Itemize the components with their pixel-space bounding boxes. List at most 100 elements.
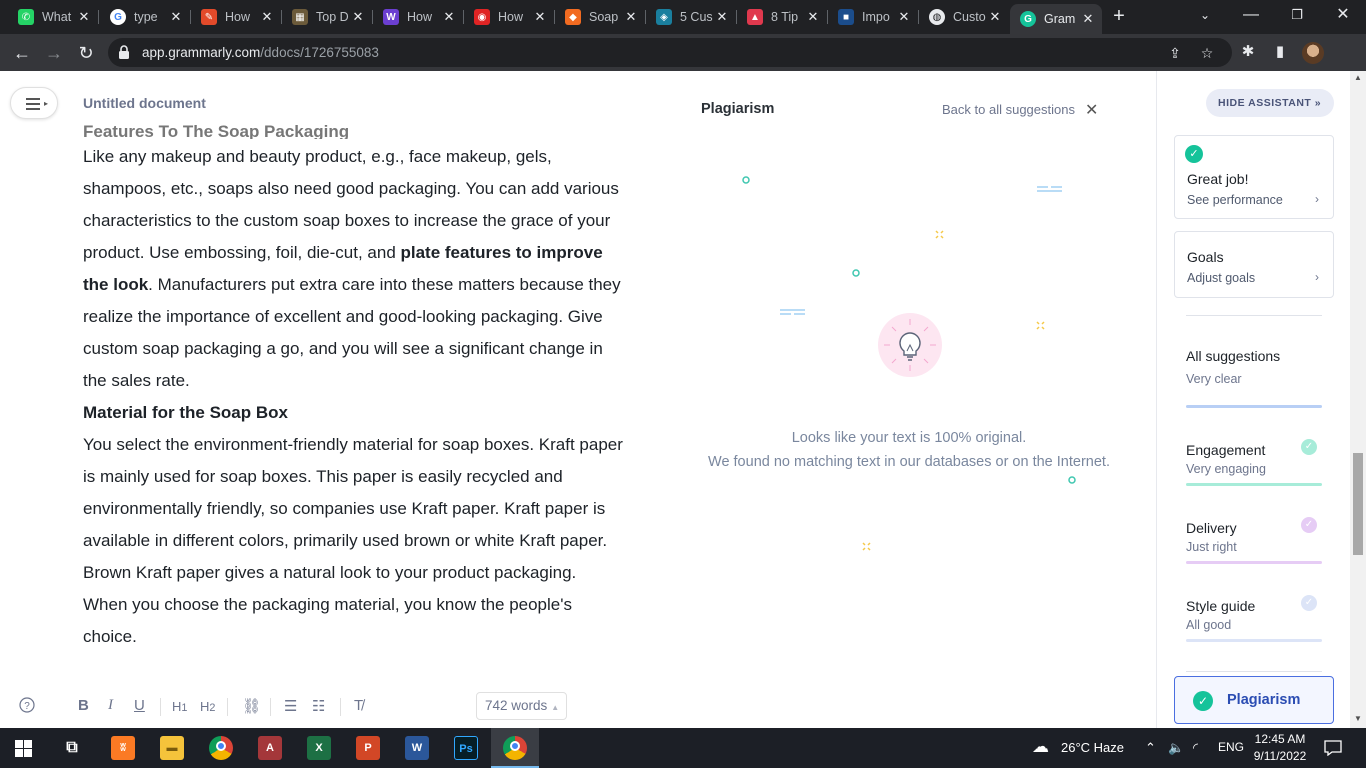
forward-arrow-icon[interactable]: →	[42, 41, 66, 65]
weather-text[interactable]: 26°C Haze	[1061, 740, 1124, 755]
language-indicator[interactable]: ENG	[1218, 740, 1244, 754]
new-tab-button[interactable]: +	[1108, 6, 1130, 27]
bookmark-star-icon[interactable]: ☆	[1198, 44, 1216, 62]
access-icon[interactable]: A	[258, 736, 282, 760]
browser-tab[interactable]: ✎ How ✕	[191, 4, 282, 30]
tab-close-icon[interactable]: ✕	[259, 9, 275, 25]
tab-close-icon[interactable]: ✕	[714, 9, 730, 25]
wifi-icon[interactable]: ◜	[1193, 740, 1198, 756]
notifications-icon[interactable]	[1324, 740, 1342, 756]
browser-tab[interactable]: ■ Impo ✕	[828, 4, 919, 30]
section-heading: Material for the Soap Box	[83, 403, 288, 422]
bullet-list-icon[interactable]: ☷	[312, 697, 325, 715]
browser-tab[interactable]: ▲ 8 Tip ✕	[737, 4, 828, 30]
heading2-icon[interactable]: H2	[200, 699, 215, 714]
goal-engagement[interactable]: Engagement Very engaging ✓	[1186, 439, 1322, 486]
chrome-icon[interactable]	[209, 736, 233, 760]
photoshop-icon[interactable]: Ps	[454, 736, 478, 760]
tab-close-icon[interactable]: ✕	[987, 9, 1003, 25]
decorative-dashes-icon	[1037, 186, 1062, 192]
tab-close-icon[interactable]: ✕	[1080, 11, 1096, 27]
windows-start-icon[interactable]	[15, 740, 32, 757]
decorative-circle-icon	[742, 176, 750, 184]
plagiarism-button[interactable]: ✓ Plagiarism	[1174, 676, 1334, 724]
tab-search-icon[interactable]: ⌄	[1182, 4, 1228, 26]
browser-tab[interactable]: ◆ Soap ✕	[555, 4, 646, 30]
tab-close-icon[interactable]: ✕	[350, 9, 366, 25]
weather-icon[interactable]: ☁	[1032, 737, 1049, 757]
screen: ✆ What ✕ G type ✕ ✎ How ✕ ▦ Top D ✕ W Ho…	[0, 0, 1366, 768]
document-text[interactable]: Features To The Soap Packaging Like any …	[83, 123, 623, 653]
browser-tabstrip: ✆ What ✕ G type ✕ ✎ How ✕ ▦ Top D ✕ W Ho…	[0, 0, 1366, 34]
profile-avatar[interactable]	[1302, 42, 1324, 64]
bold-icon[interactable]: B	[78, 697, 89, 714]
tab-close-icon[interactable]: ✕	[532, 9, 548, 25]
close-window-button[interactable]: ✕	[1320, 4, 1366, 26]
site-favicon-icon: ◈	[656, 9, 672, 25]
decorative-circle-icon	[852, 269, 860, 277]
site-favicon-icon: ▲	[747, 9, 763, 25]
chevron-up-icon[interactable]: ⌃	[1145, 740, 1156, 756]
chrome-active-icon[interactable]	[503, 736, 527, 760]
goal-delivery[interactable]: Delivery Just right ✓	[1186, 517, 1322, 564]
grammarly-favicon-icon: G	[1020, 11, 1036, 27]
side-panel-icon[interactable]: ▮	[1270, 42, 1290, 62]
help-icon[interactable]: ?	[19, 697, 35, 713]
all-suggestions-item[interactable]: All suggestions Very clear	[1186, 348, 1322, 408]
volume-icon[interactable]: 🔈	[1168, 740, 1184, 756]
page-scrollbar[interactable]: ▲ ▼	[1350, 71, 1366, 728]
tab-close-icon[interactable]: ✕	[76, 9, 92, 25]
reload-icon[interactable]: ↻	[74, 41, 98, 65]
browser-tab[interactable]: ◈ 5 Cus ✕	[646, 4, 737, 30]
heading1-icon[interactable]: H1	[172, 699, 187, 714]
tab-close-icon[interactable]: ✕	[441, 9, 457, 25]
minimize-button[interactable]: —	[1228, 4, 1274, 26]
tab-close-icon[interactable]: ✕	[805, 9, 821, 25]
site-favicon-icon: ■	[838, 9, 854, 25]
restore-button[interactable]: ❐	[1274, 4, 1320, 26]
browser-tab[interactable]: ◉ How ✕	[464, 4, 555, 30]
browser-tab[interactable]: G type ✕	[100, 4, 191, 30]
lightbulb-icon	[884, 319, 936, 371]
decorative-sparkle-icon	[935, 230, 944, 239]
underline-icon[interactable]: U	[134, 697, 145, 714]
browser-tab[interactable]: ◍ Custo ✕	[919, 4, 1009, 30]
browser-tab[interactable]: ✆ What ✕	[8, 4, 99, 30]
chevron-right-icon: ›	[1315, 270, 1319, 284]
xampp-icon[interactable]: ʬ	[111, 736, 135, 760]
system-clock[interactable]: 12:45 AM 9/11/2022	[1250, 731, 1310, 765]
word-count-button[interactable]: 742 words ▲	[476, 692, 567, 720]
tab-close-icon[interactable]: ✕	[168, 9, 184, 25]
word-icon[interactable]: W	[405, 736, 429, 760]
clear-formatting-icon[interactable]: T̸	[354, 697, 363, 714]
tab-close-icon[interactable]: ✕	[623, 9, 639, 25]
goals-card[interactable]: Goals Adjust goals ›	[1174, 231, 1334, 298]
windows-taskbar: ⧉ ʬ ▬ A X P W Ps ☁ 26°C Haze ⌃ 🔈 ◜ ENG 1…	[0, 728, 1366, 768]
address-bar[interactable]: app.grammarly.com/ddocs/1726755083 ⇪ ☆	[108, 38, 1232, 67]
main-menu-button[interactable]: ▸	[10, 87, 58, 119]
file-explorer-icon[interactable]: ▬	[160, 736, 184, 760]
tab-close-icon[interactable]: ✕	[896, 9, 912, 25]
powerpoint-icon[interactable]: P	[356, 736, 380, 760]
performance-card[interactable]: ✓ Great job! See performance ›	[1174, 135, 1334, 219]
hide-assistant-button[interactable]: HIDE ASSISTANT »	[1206, 89, 1334, 117]
document-title[interactable]: Untitled document	[83, 95, 206, 111]
italic-icon[interactable]: I	[108, 697, 113, 714]
goal-style-guide[interactable]: Style guide All good ✓	[1186, 595, 1322, 642]
extensions-puzzle-icon[interactable]: ✱	[1238, 42, 1258, 62]
browser-tab-active[interactable]: G Gram ✕	[1010, 4, 1102, 34]
scroll-down-icon: ▼	[1354, 714, 1362, 723]
plagiarism-result-message: Looks like your text is 100% original. W…	[708, 430, 1110, 470]
close-icon[interactable]: ✕	[1085, 100, 1098, 120]
excel-icon[interactable]: X	[307, 736, 331, 760]
browser-tab[interactable]: ▦ Top D ✕	[282, 4, 373, 30]
numbered-list-icon[interactable]: ☰	[284, 697, 297, 715]
share-icon[interactable]: ⇪	[1166, 44, 1184, 62]
scrollbar-thumb[interactable]	[1353, 453, 1363, 555]
back-to-suggestions-link[interactable]: Back to all suggestions	[942, 102, 1075, 117]
url-text: app.grammarly.com/ddocs/1726755083	[142, 45, 379, 60]
link-icon[interactable]: ⛓	[242, 697, 261, 715]
browser-tab[interactable]: W How ✕	[373, 4, 464, 30]
task-view-icon[interactable]: ⧉	[60, 736, 84, 760]
back-arrow-icon[interactable]: ←	[10, 41, 34, 65]
